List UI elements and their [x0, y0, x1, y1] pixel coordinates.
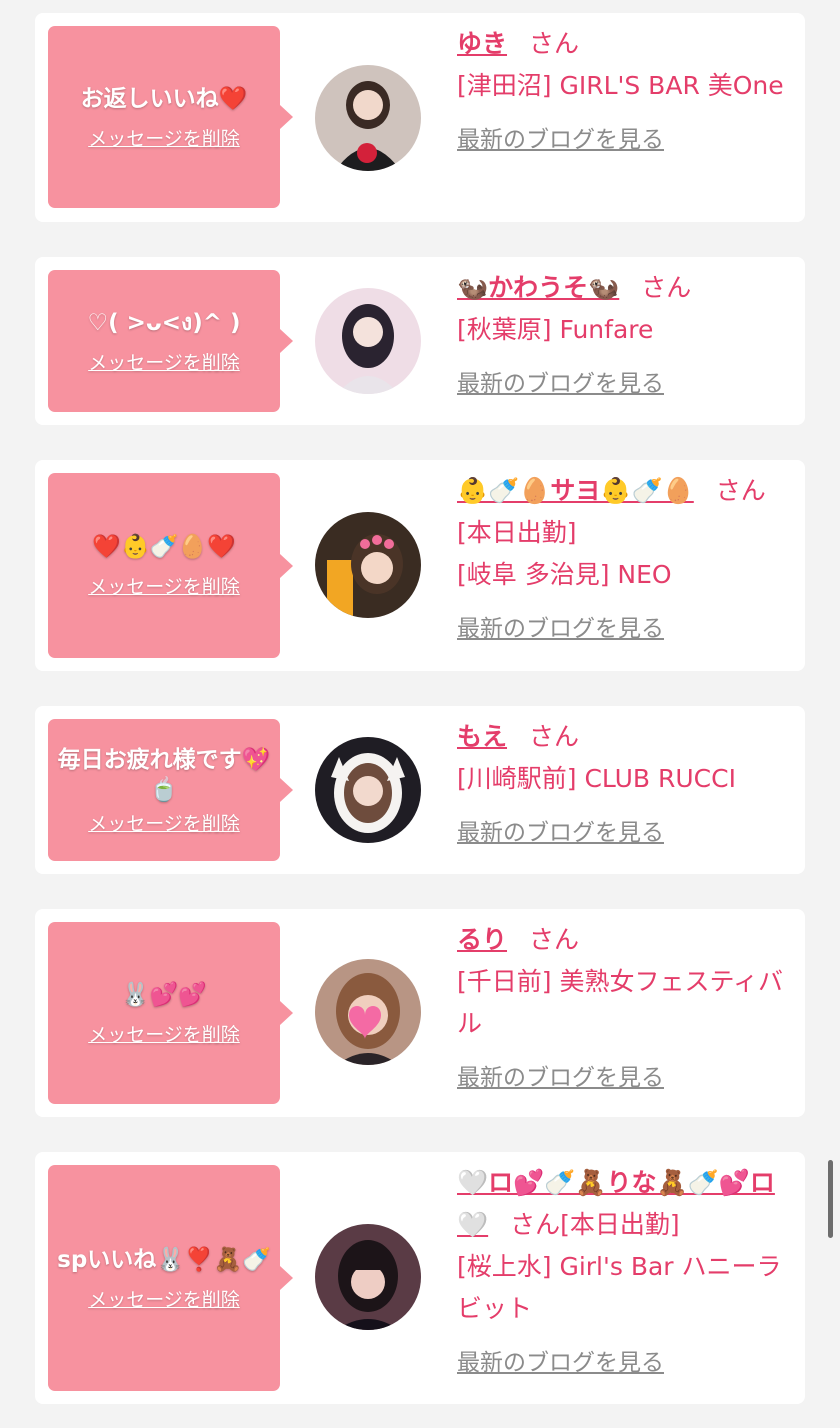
- user-name-link[interactable]: 👶🍼🥚サヨ👶🍼🥚: [457, 476, 694, 505]
- message-text: 毎日お疲れ様です💖🍵: [57, 746, 271, 803]
- shop-name: [岐阜 多治見] NEO: [457, 560, 672, 589]
- favorite-card: お返しいいね❤️ メッセージを削除 ゆき さん [津田沼] GIRL'S BAR …: [35, 13, 805, 222]
- honorific: さん: [529, 29, 580, 58]
- delete-message-link[interactable]: メッセージを削除: [88, 1285, 240, 1312]
- message-bubble: お返しいいね❤️ メッセージを削除: [48, 26, 293, 208]
- message-bubble: ♡( >ᴗ<ง)^ ) メッセージを削除: [48, 270, 293, 412]
- message-bubble: spいいね🐰❣️🧸🍼 メッセージを削除: [48, 1165, 293, 1391]
- delete-message-link[interactable]: メッセージを削除: [88, 124, 240, 151]
- view-latest-blog-link[interactable]: 最新のブログを見る: [457, 363, 664, 405]
- view-latest-blog-link[interactable]: 最新のブログを見る: [457, 1342, 664, 1384]
- entry-info: 🦦かわうそ🦦 さん [秋葉原] Funfare 最新のブログを見る: [457, 267, 789, 405]
- attendance-status: [本日出勤]: [560, 1210, 680, 1239]
- delete-message-link[interactable]: メッセージを削除: [88, 572, 240, 599]
- attendance-status: [本日出勤]: [457, 518, 577, 547]
- shop-name: [桜上水] Girl's Bar ハニーラビット: [457, 1252, 782, 1323]
- honorific: さん: [529, 925, 580, 954]
- avatar[interactable]: [315, 512, 421, 618]
- user-name-link[interactable]: もえ: [457, 722, 507, 751]
- honorific: さん: [510, 1210, 561, 1239]
- avatar[interactable]: [315, 1224, 421, 1330]
- avatar[interactable]: [315, 65, 421, 171]
- favorite-card: 🐰💕💕 メッセージを削除 るり さん [千日前] 美熟女フェスティバル 最新のブロ…: [35, 909, 805, 1117]
- delete-message-link[interactable]: メッセージを削除: [88, 1020, 240, 1047]
- avatar[interactable]: [315, 737, 421, 843]
- honorific: さん: [715, 476, 766, 505]
- view-latest-blog-link[interactable]: 最新のブログを見る: [457, 1057, 664, 1099]
- view-latest-blog-link[interactable]: 最新のブログを見る: [457, 119, 664, 161]
- message-text: spいいね🐰❣️🧸🍼: [57, 1246, 271, 1273]
- view-latest-blog-link[interactable]: 最新のブログを見る: [457, 608, 664, 650]
- entry-info: 👶🍼🥚サヨ👶🍼🥚 さん [本日出勤] [岐阜 多治見] NEO 最新のブログを見る: [457, 470, 789, 650]
- honorific: さん: [529, 722, 580, 751]
- shop-name: [川崎駅前] CLUB RUCCI: [457, 764, 736, 793]
- favorite-card: 毎日お疲れ様です💖🍵 メッセージを削除 もえ さん [川崎駅前] CLUB RUC…: [35, 706, 805, 874]
- message-text: お返しいいね❤️: [80, 85, 248, 112]
- message-text: ❤️👶🍼🥚❤️: [92, 534, 236, 560]
- shop-name: [秋葉原] Funfare: [457, 315, 654, 344]
- message-bubble: 🐰💕💕 メッセージを削除: [48, 922, 293, 1104]
- entry-info: もえ さん [川崎駅前] CLUB RUCCI 最新のブログを見る: [457, 716, 789, 854]
- delete-message-link[interactable]: メッセージを削除: [88, 348, 240, 375]
- message-text: 🐰💕💕: [121, 981, 207, 1008]
- honorific: さん: [641, 273, 692, 302]
- user-name-link[interactable]: るり: [457, 925, 507, 954]
- avatar[interactable]: [315, 959, 421, 1065]
- message-bubble: 毎日お疲れ様です💖🍵 メッセージを削除: [48, 719, 293, 861]
- view-latest-blog-link[interactable]: 最新のブログを見る: [457, 812, 664, 854]
- delete-message-link[interactable]: メッセージを削除: [88, 809, 240, 836]
- user-name-link[interactable]: 🦦かわうそ🦦: [457, 273, 619, 302]
- shop-name: [津田沼] GIRL'S BAR 美One: [457, 71, 784, 100]
- message-bubble: ❤️👶🍼🥚❤️ メッセージを削除: [48, 473, 293, 658]
- favorite-card: spいいね🐰❣️🧸🍼 メッセージを削除 🤍ロ💕🍼🧸りな🧸🍼💕ロ🤍 さん[本日出勤]…: [35, 1152, 805, 1404]
- shop-name: [千日前] 美熟女フェスティバル: [457, 967, 783, 1038]
- avatar[interactable]: [315, 288, 421, 394]
- entry-info: ゆき さん [津田沼] GIRL'S BAR 美One 最新のブログを見る: [457, 23, 789, 161]
- scrollbar[interactable]: [828, 1160, 833, 1238]
- entry-info: るり さん [千日前] 美熟女フェスティバル 最新のブログを見る: [457, 919, 789, 1099]
- entry-info: 🤍ロ💕🍼🧸りな🧸🍼💕ロ🤍 さん[本日出勤] [桜上水] Girl's Bar ハニ…: [457, 1162, 789, 1384]
- favorite-card: ❤️👶🍼🥚❤️ メッセージを削除 👶🍼🥚サヨ👶🍼🥚 さん [本日出勤] [岐阜 多治…: [35, 460, 805, 671]
- message-text: ♡( >ᴗ<ง)^ ): [87, 309, 241, 336]
- favorite-card: ♡( >ᴗ<ง)^ ) メッセージを削除 🦦かわうそ🦦 さん [秋葉原] Funf…: [35, 257, 805, 425]
- user-name-link[interactable]: ゆき: [457, 29, 507, 58]
